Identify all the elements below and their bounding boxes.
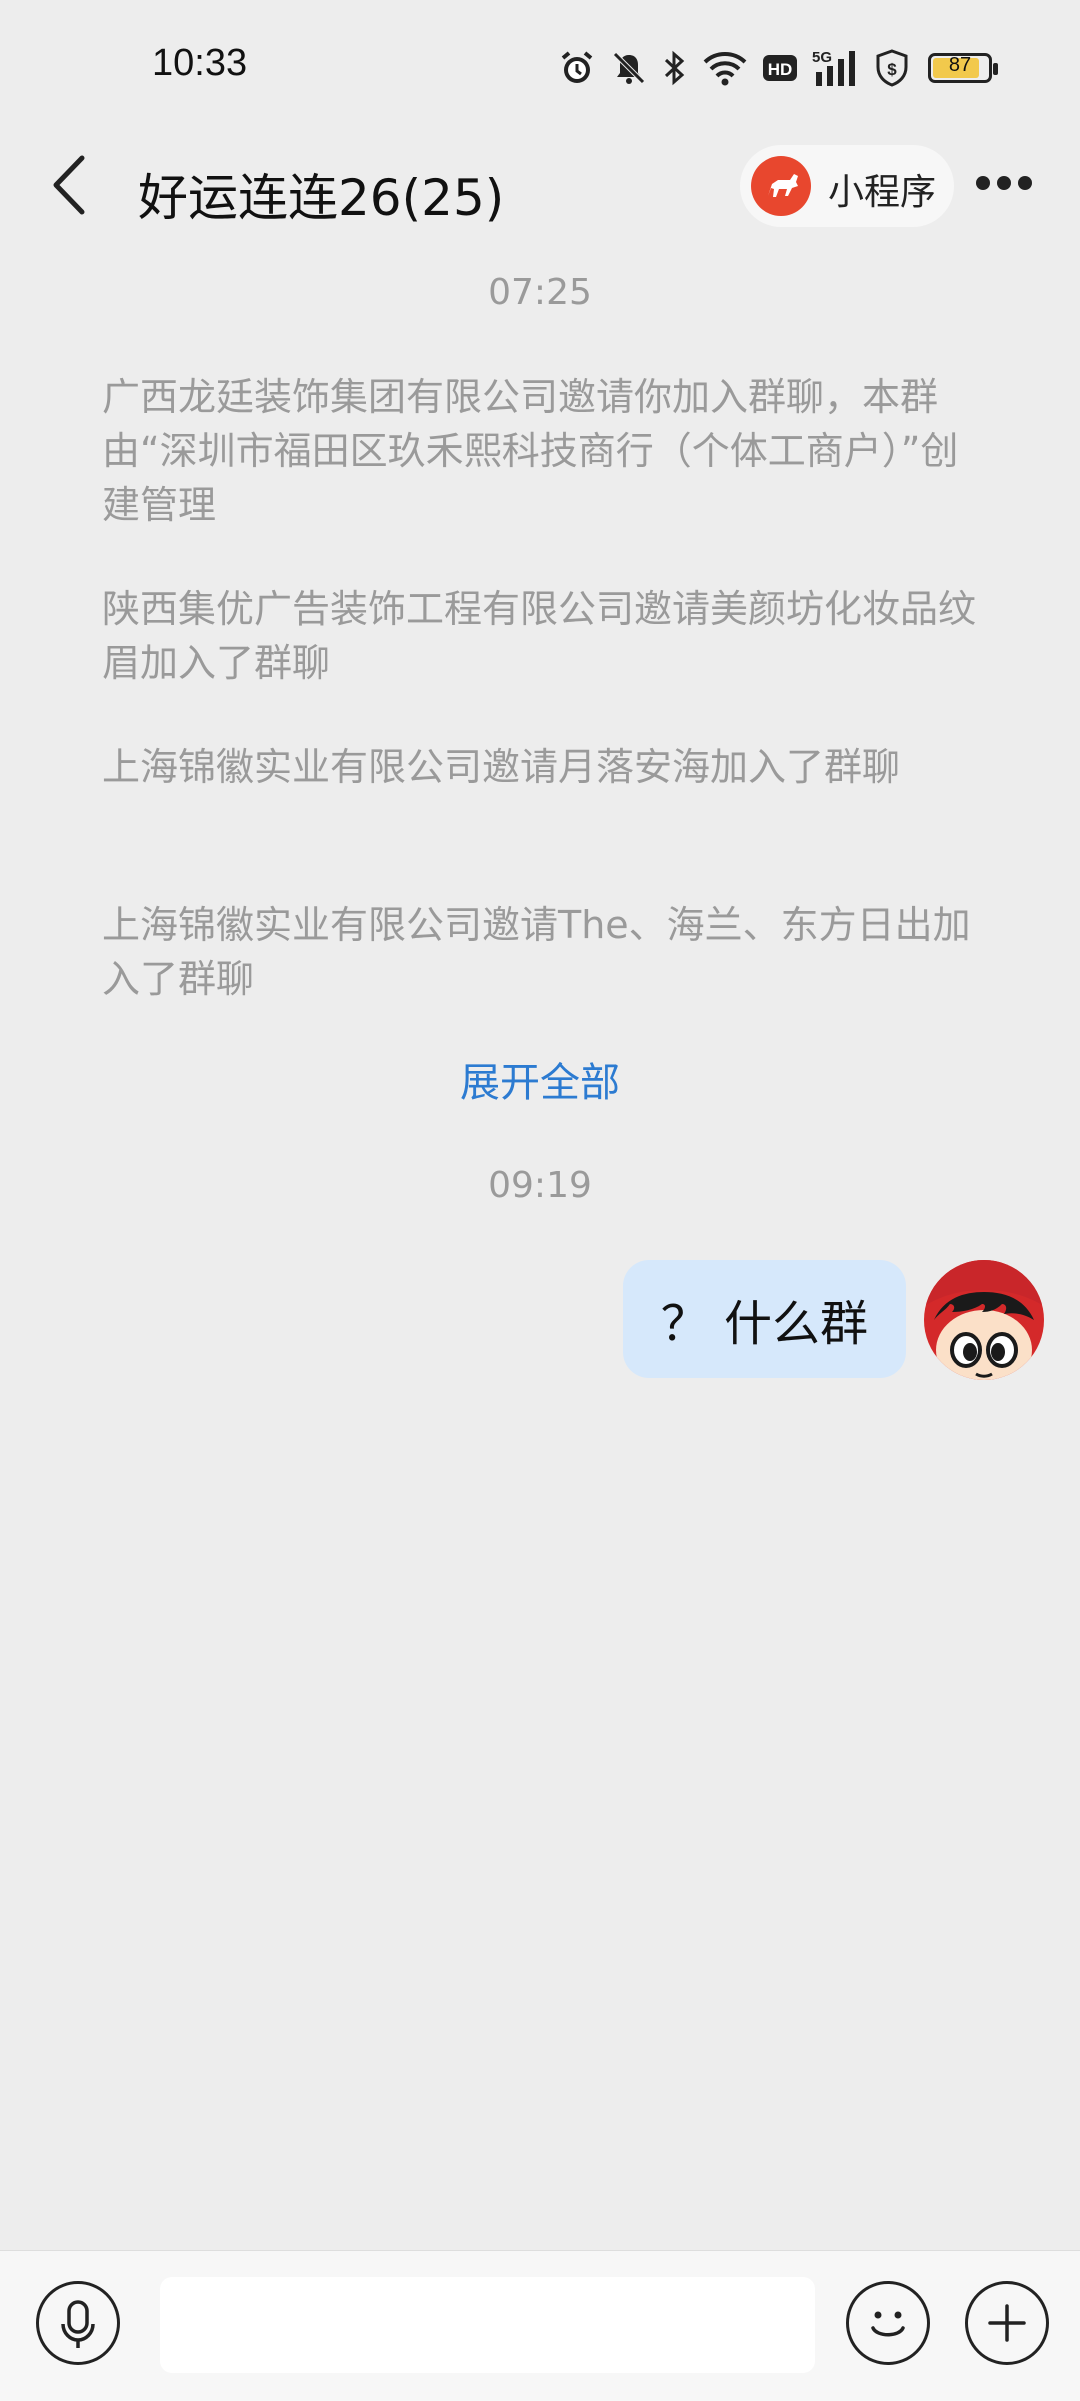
mini-program-logo-icon — [751, 156, 811, 216]
system-message: 上海锦徽实业有限公司邀请The、海兰、东方日出加入了群聊 — [102, 903, 971, 1001]
plus-icon — [988, 2304, 1026, 2342]
system-message: 广西龙廷装饰集团有限公司邀请你加入群聊，本群由“深圳市福田区玖禾熙科技商行（个体… — [102, 375, 959, 527]
bluetooth-icon — [662, 49, 688, 87]
message-input[interactable] — [160, 2277, 815, 2373]
status-bar: 10:33 HD 5G $ 87 — [0, 0, 1080, 130]
avatar[interactable] — [924, 1260, 1044, 1380]
input-bar — [0, 2250, 1080, 2401]
status-time: 10:33 — [152, 42, 248, 84]
mini-program-label: 小程序 — [828, 172, 937, 213]
status-icons: HD 5G $ 87 — [558, 44, 998, 92]
more-dot — [997, 176, 1011, 190]
hd-label: HD — [768, 60, 793, 79]
avatar-cartoon-icon — [924, 1260, 1044, 1380]
mini-program-button[interactable]: 小程序 — [740, 145, 954, 227]
more-dot — [1018, 176, 1032, 190]
back-button[interactable] — [42, 150, 102, 220]
voice-button[interactable] — [36, 2281, 120, 2365]
emoji-icon — [871, 2311, 905, 2337]
more-button[interactable] — [976, 168, 1036, 198]
wifi-icon — [702, 49, 748, 87]
timestamp: 07:25 — [488, 272, 592, 313]
more-functions-button[interactable] — [965, 2281, 1049, 2365]
expand-all-link[interactable]: 展开全部 — [0, 1050, 1080, 1108]
microphone-icon — [61, 2300, 95, 2348]
hd-icon: HD — [762, 52, 798, 84]
message-row: ？ 什么群 — [0, 1258, 1080, 1388]
emoji-button[interactable] — [846, 2281, 930, 2365]
mute-icon — [610, 49, 648, 87]
battery-level: 87 — [948, 54, 972, 76]
more-dots-icon — [976, 176, 990, 190]
svg-text:$: $ — [887, 60, 897, 79]
message-bubble[interactable]: ？ 什么群 — [622, 1260, 906, 1378]
timestamp: 09:19 — [488, 1165, 592, 1206]
system-message: 陕西集优广告装饰工程有限公司邀请美颜坊化妆品纹眉加入了群聊 — [102, 587, 977, 685]
shield-icon: $ — [874, 48, 910, 88]
page-title: 好运连连26(25) — [138, 169, 505, 227]
network-label: 5G — [812, 49, 832, 66]
chevron-left-icon — [53, 155, 85, 215]
system-message: 上海锦徽实业有限公司邀请月落安海加入了群聊 — [102, 745, 901, 789]
battery-icon: 87 — [928, 53, 998, 83]
alarm-icon — [558, 49, 596, 87]
chat-header: 好运连连26(25) 小程序 — [0, 130, 1080, 245]
signal-icon: 5G — [812, 48, 860, 88]
